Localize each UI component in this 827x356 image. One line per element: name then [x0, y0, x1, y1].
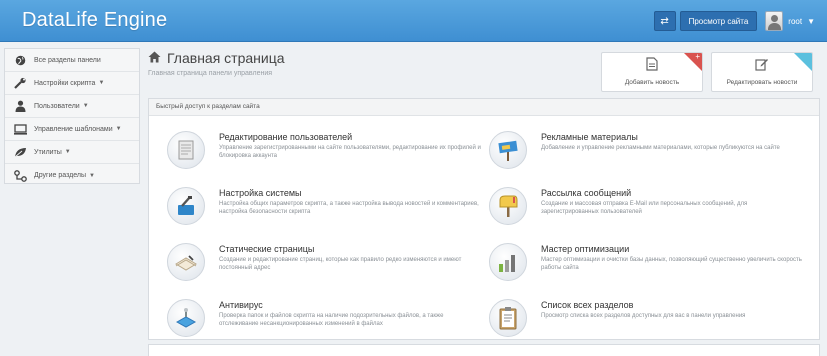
sidebar-item-label: Настройки скрипта — [34, 79, 96, 87]
mailbox-icon — [489, 187, 527, 225]
antivirus-icon — [167, 299, 205, 337]
tile-title: Статические страницы — [219, 244, 315, 254]
document-icon — [646, 57, 658, 74]
sitemap-icon — [13, 169, 27, 182]
tile-edit-users[interactable]: Редактирование пользователей Управление … — [167, 130, 487, 185]
wrench-icon — [13, 77, 27, 89]
sidebar-item-label: Другие разделы — [34, 172, 86, 179]
username: root — [788, 16, 803, 26]
bottom-panel — [148, 344, 820, 356]
tile-description: Создание и массовая отправка E-Mail или … — [541, 201, 748, 215]
panel-heading: Быстрый доступ к разделам сайта — [149, 99, 819, 116]
monitor-icon — [13, 123, 27, 135]
swap-icon: ⇄ — [660, 15, 669, 27]
corner-badge — [794, 53, 812, 71]
edit-news-label: Редактировать новости — [726, 79, 798, 86]
quick-access-panel: Быстрый доступ к разделам сайта Редактир… — [148, 98, 820, 340]
user-icon — [13, 100, 27, 112]
tile-title: Рекламные материалы — [541, 132, 638, 142]
users-edit-icon — [167, 131, 205, 169]
tile-title: Мастер оптимизации — [541, 244, 630, 254]
edit-news-button[interactable]: Редактировать новости — [711, 52, 813, 92]
tile-description: Мастер оптимизации и очистки базы данных… — [541, 257, 802, 271]
leaf-icon — [13, 146, 27, 158]
tile-static-pages[interactable]: Статические страницы Создание и редактир… — [167, 242, 487, 297]
user-menu[interactable]: root ▼ — [765, 11, 815, 31]
page-header: Главная страница Главная страница панели… — [148, 50, 285, 77]
chevron-down-icon: ▼ — [98, 80, 105, 86]
edit-icon — [755, 57, 769, 74]
sidebar-item-users[interactable]: Пользователи ▼ — [5, 95, 139, 118]
sidebar-item-templates[interactable]: Управление шаблонами ▼ — [5, 118, 139, 141]
tile-optimization[interactable]: Мастер оптимизации Мастер оптимизации и … — [489, 242, 809, 297]
tile-title: Редактирование пользователей — [219, 132, 353, 142]
avatar — [765, 11, 784, 31]
add-news-label: Добавить новость — [624, 79, 680, 86]
tile-mailing[interactable]: Рассылка сообщений Создание и массовая о… — [489, 186, 809, 241]
optimization-icon — [489, 243, 527, 281]
chevron-down-icon: ▼ — [82, 103, 89, 109]
ads-icon — [489, 131, 527, 169]
top-bar: DataLife Engine ⇄ Просмотр сайта root ▼ — [0, 0, 827, 42]
sections-list-icon — [489, 299, 527, 337]
tile-description: Настройка общих параметров скрипта, а та… — [219, 201, 479, 215]
tile-title: Список всех разделов — [541, 300, 634, 310]
sidebar: Все разделы панели Настройки скрипта ▼ П… — [4, 48, 140, 184]
tile-description: Проверка папок и файлов скрипта на налич… — [219, 313, 444, 327]
logo[interactable]: DataLife Engine — [22, 9, 167, 32]
sidebar-item-label: Утилиты — [34, 148, 62, 156]
page-subtitle: Главная страница панели управления — [148, 70, 273, 77]
chevron-down-icon: ▼ — [115, 126, 122, 132]
chevron-down-icon: ▼ — [807, 16, 815, 26]
tile-title: Настройка системы — [219, 188, 302, 198]
tile-title: Антивирус — [219, 300, 263, 310]
sidebar-item-all-sections[interactable]: Все разделы панели — [5, 49, 139, 72]
chevron-down-icon: ▼ — [64, 149, 71, 155]
tile-title: Рассылка сообщений — [541, 188, 632, 198]
home-icon — [148, 51, 161, 66]
globe-icon — [13, 54, 27, 66]
chevron-down-icon: ▼ — [88, 172, 95, 179]
sidebar-item-label: Управление шаблонами — [34, 125, 113, 133]
tile-description: Добавление и управление рекламными матер… — [541, 145, 780, 151]
page-title-text: Главная страница — [167, 50, 285, 66]
sidebar-item-label: Все разделы панели — [34, 56, 101, 64]
plus-icon: + — [695, 52, 700, 61]
tile-ads[interactable]: Рекламные материалы Добавление и управле… — [489, 130, 809, 185]
view-site-button[interactable]: Просмотр сайта — [679, 11, 758, 31]
tile-description: Создание и редактирование страниц, котор… — [219, 257, 462, 271]
sidebar-item-label: Пользователи — [34, 102, 80, 110]
system-settings-icon — [167, 187, 205, 225]
add-news-button[interactable]: + Добавить новость — [601, 52, 703, 92]
sidebar-item-other-sections[interactable]: Другие разделы ▼ — [5, 164, 139, 187]
sidebar-item-utilities[interactable]: Утилиты ▼ — [5, 141, 139, 164]
top-bar-actions: ⇄ Просмотр сайта root ▼ — [653, 10, 815, 32]
tile-description: Просмотр списка всех разделов доступных … — [541, 313, 746, 319]
tile-description: Управление зарегистрированными на сайте … — [219, 145, 481, 159]
page-title: Главная страница — [148, 50, 285, 66]
sidebar-item-script-settings[interactable]: Настройки скрипта ▼ — [5, 72, 139, 95]
static-pages-icon — [167, 243, 205, 281]
tile-system-settings[interactable]: Настройка системы Настройка общих параме… — [167, 186, 487, 241]
swap-button[interactable]: ⇄ — [653, 11, 676, 31]
